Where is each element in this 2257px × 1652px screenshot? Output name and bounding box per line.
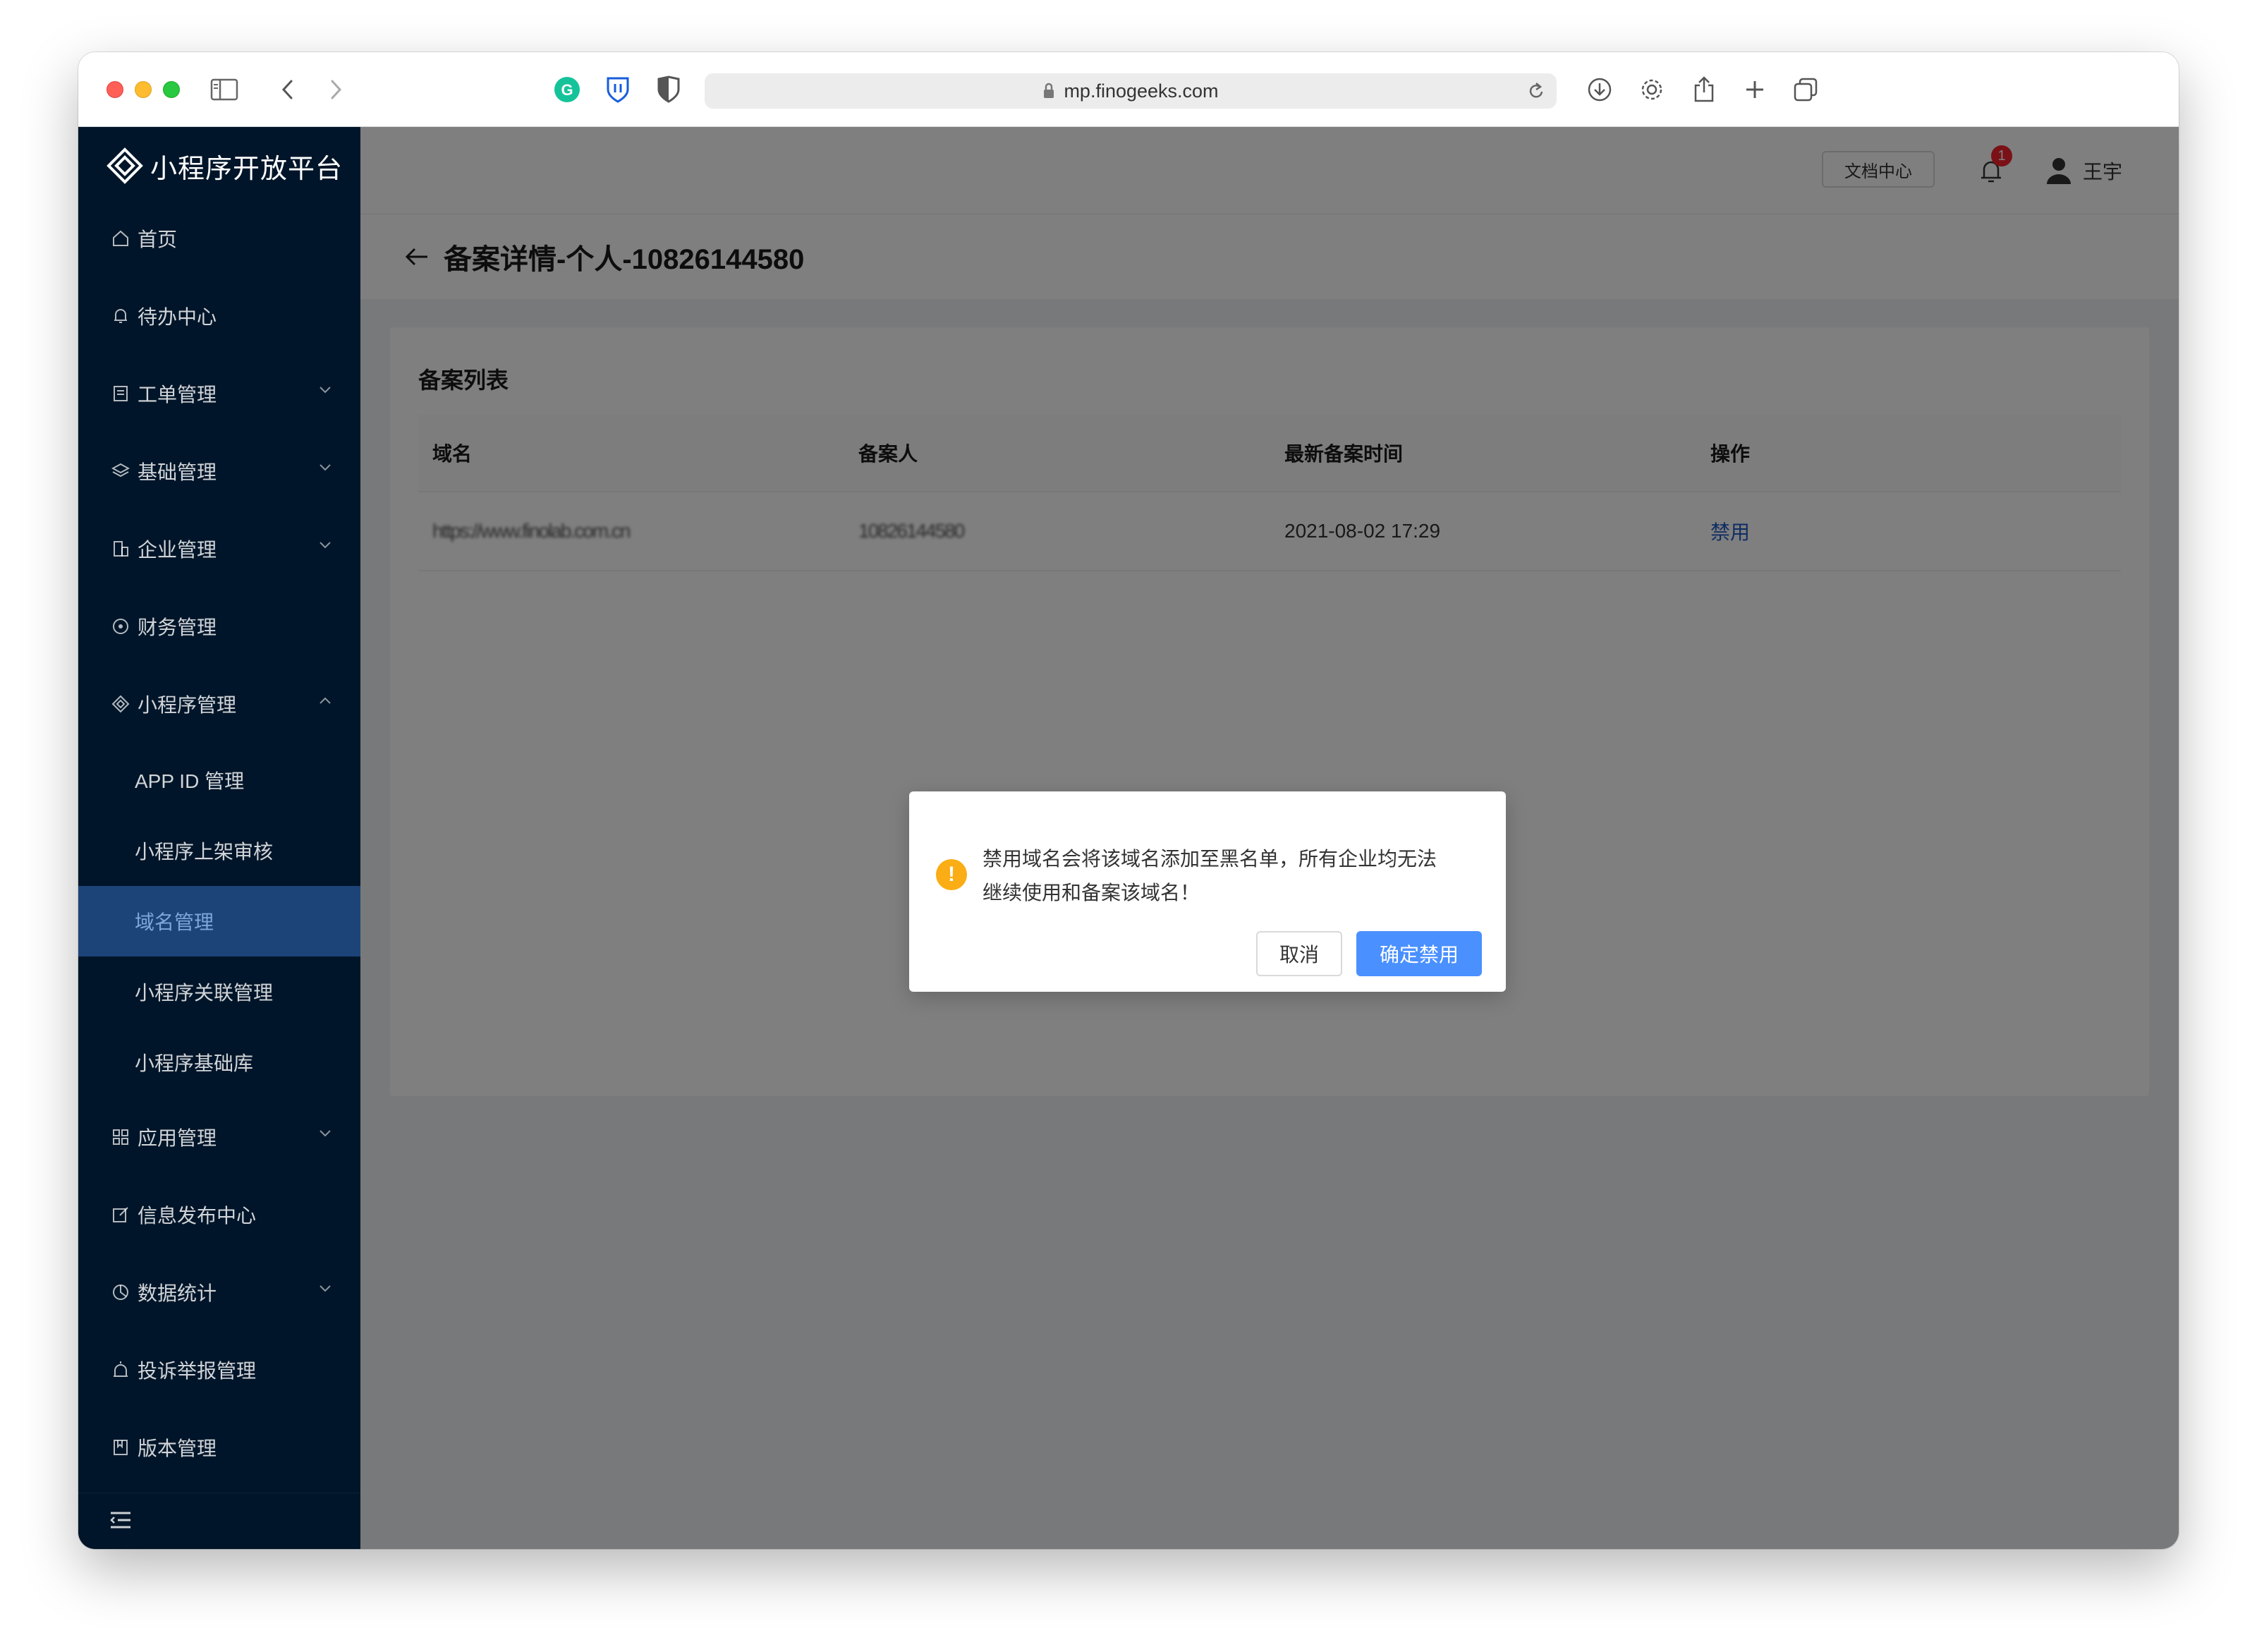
app-logo[interactable]: 小程序开放平台	[107, 145, 343, 186]
sidebar-item-label: 企业管理	[138, 539, 217, 561]
sidebar-item-label: 工单管理	[138, 384, 217, 406]
sidebar-item-label: 小程序管理	[138, 694, 237, 716]
dialog-message-line-1: 禁用域名会将该域名添加至黑名单，所有企业均无法	[983, 848, 1437, 870]
bell-icon	[109, 305, 132, 327]
sidebar-subitem-appid[interactable]: APP ID 管理	[78, 745, 360, 815]
sidebar-item-ticket[interactable]: 工单管理	[78, 358, 360, 429]
zoom-window-button[interactable]	[163, 81, 180, 98]
sidebar-item-home[interactable]: 首页	[78, 203, 360, 274]
sidebar-subitem-label: 小程序关联管理	[135, 982, 274, 1004]
confirm-disable-button[interactable]: 确定禁用	[1356, 931, 1482, 976]
new-tab-plus-icon[interactable]	[1739, 73, 1771, 106]
diamond-icon	[109, 693, 132, 715]
sidebar-item-version[interactable]: 版本管理	[78, 1412, 360, 1483]
pie-icon	[109, 1281, 132, 1304]
address-bar[interactable]: mp.finogeeks.com	[705, 73, 1557, 109]
download-icon[interactable]	[1583, 73, 1616, 106]
svg-text:G: G	[561, 81, 573, 99]
chevron-down-icon	[320, 387, 331, 394]
sidebar-item-label: 基础管理	[138, 461, 217, 483]
browser-window: G mp.finogeeks.com 小程序开放平台 首页 待办中心 工单管理 …	[78, 52, 2179, 1549]
sidebar-subitem-domain[interactable]: 域名管理	[78, 886, 360, 956]
logo-text: 小程序开放平台	[150, 154, 343, 184]
sidebar-item-todo[interactable]: 待办中心	[78, 281, 360, 351]
sidebar-item-finance[interactable]: 财务管理	[78, 591, 360, 662]
sidebar-subitem-label: APP ID 管理	[135, 770, 245, 792]
sidebar-item-publish[interactable]: 信息发布中心	[78, 1179, 360, 1250]
sidebar-item-miniprogram[interactable]: 小程序管理	[78, 669, 360, 739]
sidebar-item-label: 数据统计	[138, 1282, 217, 1304]
chevron-up-icon	[320, 697, 331, 704]
url-text: mp.finogeeks.com	[1064, 80, 1219, 102]
sidebar-subitem-label: 小程序上架审核	[135, 841, 274, 863]
confirm-dialog: ! 禁用域名会将该域名添加至黑名单，所有企业均无法 继续使用和备案该域名！ 取消…	[909, 791, 1506, 992]
forward-icon[interactable]	[320, 73, 352, 106]
sidebar-item-label: 投诉举报管理	[138, 1360, 257, 1382]
reload-icon[interactable]	[1527, 81, 1545, 101]
sidebar-item-complaints[interactable]: 投诉举报管理	[78, 1335, 360, 1405]
close-window-button[interactable]	[107, 81, 123, 98]
back-icon[interactable]	[272, 73, 304, 106]
layers-icon	[109, 460, 132, 482]
sidebar-item-enterprise[interactable]: 企业管理	[78, 514, 360, 584]
sidebar-footer	[78, 1493, 360, 1549]
edit-icon	[109, 1203, 132, 1226]
bookmark-icon	[109, 1436, 132, 1459]
app-root: 小程序开放平台 首页 待办中心 工单管理 基础管理 企业管理 财务管理 小程序管…	[78, 127, 2179, 1549]
chevron-down-icon	[320, 464, 331, 471]
sidebar-item-statistics[interactable]: 数据统计	[78, 1257, 360, 1328]
lock-icon	[1044, 83, 1054, 98]
sidebar-item-label: 财务管理	[138, 617, 217, 638]
warning-icon: !	[936, 859, 967, 890]
chevron-down-icon	[320, 1285, 331, 1292]
chevron-down-icon	[320, 542, 331, 549]
tab-overview-icon[interactable]	[1789, 73, 1822, 106]
building-icon	[109, 537, 132, 560]
sidebar: 小程序开放平台 首页 待办中心 工单管理 基础管理 企业管理 财务管理 小程序管…	[78, 127, 360, 1549]
menu-collapse-icon[interactable]	[109, 1510, 132, 1530]
document-icon	[109, 382, 132, 405]
sidebar-toggle-icon[interactable]	[208, 73, 241, 106]
bitwarden-extension-icon[interactable]	[602, 73, 634, 106]
grid-icon	[109, 1126, 132, 1148]
sidebar-subitem-association[interactable]: 小程序关联管理	[78, 956, 360, 1027]
coin-icon	[109, 615, 132, 638]
grammarly-extension-icon[interactable]: G	[551, 73, 583, 106]
sidebar-subitem-library[interactable]: 小程序基础库	[78, 1027, 360, 1098]
privacy-shield-icon[interactable]	[652, 73, 685, 106]
sidebar-subitem-review[interactable]: 小程序上架审核	[78, 815, 360, 886]
share-icon[interactable]	[1688, 73, 1720, 106]
sidebar-item-label: 应用管理	[138, 1127, 217, 1149]
browser-toolbar: G mp.finogeeks.com	[78, 52, 2179, 127]
sidebar-item-label: 信息发布中心	[138, 1205, 257, 1227]
logo-diamond-icon	[107, 147, 143, 184]
alarm-icon	[109, 1359, 132, 1381]
dialog-message-line-2: 继续使用和备案该域名！	[983, 882, 1200, 904]
cancel-button[interactable]: 取消	[1256, 931, 1342, 976]
sidebar-item-apps[interactable]: 应用管理	[78, 1102, 360, 1172]
home-icon	[109, 227, 132, 250]
chevron-down-icon	[320, 1130, 331, 1137]
sidebar-item-label: 待办中心	[138, 306, 217, 328]
sidebar-subitem-label: 域名管理	[135, 911, 214, 933]
minimize-window-button[interactable]	[135, 81, 152, 98]
dialog-message: 禁用域名会将该域名添加至黑名单，所有企业均无法 继续使用和备案该域名！	[983, 842, 1476, 910]
sidebar-item-basic[interactable]: 基础管理	[78, 436, 360, 506]
sidebar-subitem-label: 小程序基础库	[135, 1052, 254, 1074]
settings-gear-icon[interactable]	[1636, 73, 1668, 106]
sidebar-item-label: 版本管理	[138, 1438, 217, 1459]
sidebar-item-label: 首页	[138, 229, 178, 250]
